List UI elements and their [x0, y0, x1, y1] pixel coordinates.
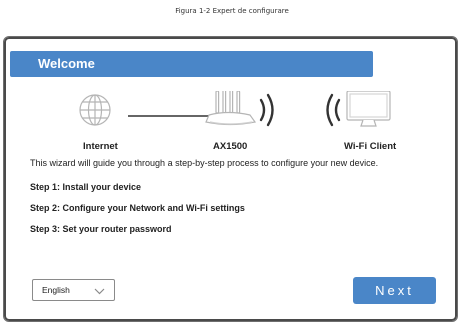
monitor-icon: [346, 91, 391, 127]
language-selected-value: English: [42, 285, 70, 295]
wifi-client-label: Wi-Fi Client: [344, 141, 397, 152]
welcome-header: Welcome: [10, 51, 373, 77]
router-label: AX1500: [213, 141, 248, 152]
router-icon: [205, 91, 257, 126]
next-button[interactable]: Next: [353, 277, 436, 304]
page: Figura 1-2 Expert de configurare Welcome: [0, 0, 464, 326]
globe-icon: [79, 94, 111, 126]
wizard-intro-text: This wizard will guide you through a ste…: [30, 158, 379, 168]
setup-wizard-window: Welcome Internet AX1500 Wi-Fi Client Thi…: [3, 36, 458, 322]
step-3: Step 3: Set your router password: [30, 224, 172, 234]
wifi-signal-icon: [259, 93, 274, 127]
internet-label: Internet: [83, 141, 118, 152]
step-2: Step 2: Configure your Network and Wi-Fi…: [30, 203, 245, 213]
network-diagram: Internet AX1500 Wi-Fi Client: [4, 91, 457, 156]
step-1: Step 1: Install your device: [30, 182, 142, 192]
chevron-down-icon: [94, 288, 105, 295]
language-select[interactable]: English: [32, 279, 115, 301]
figure-caption: Figura 1-2 Expert de configurare: [175, 7, 289, 15]
client-signal-icon: [326, 93, 341, 127]
